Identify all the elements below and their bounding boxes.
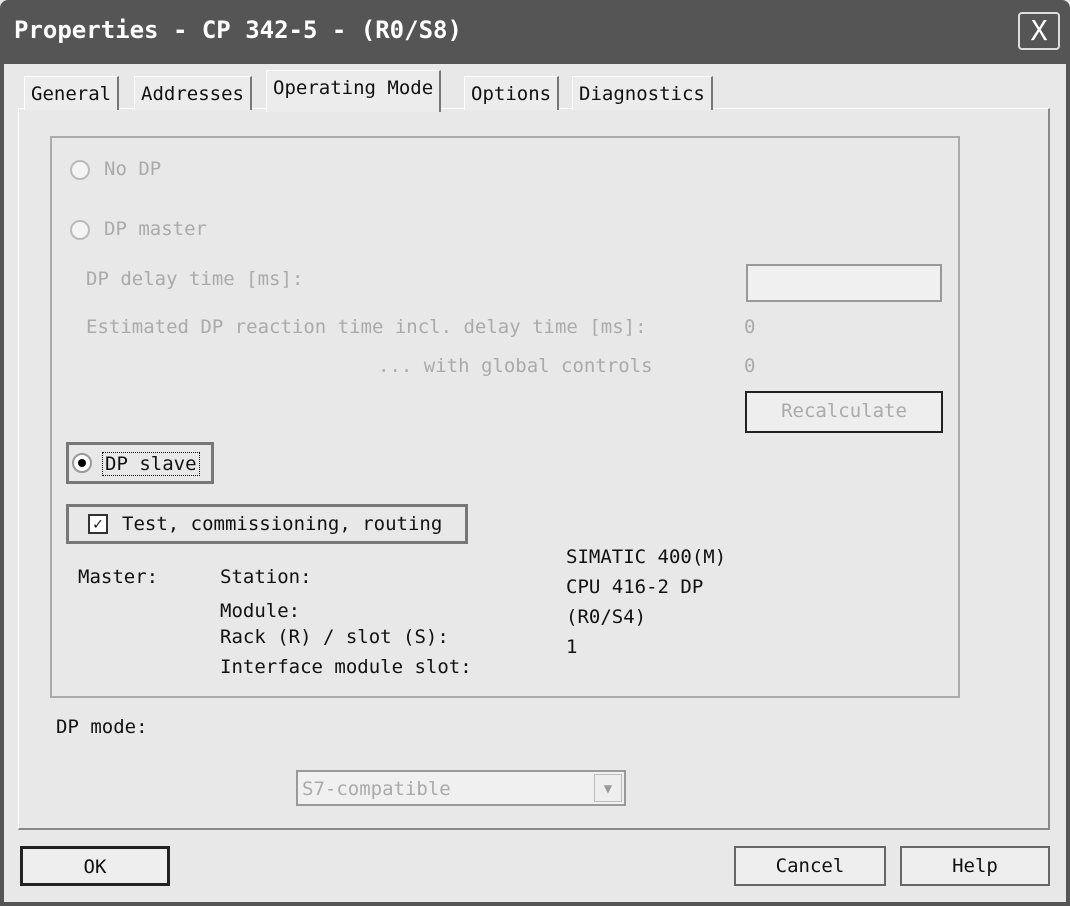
ok-button[interactable]: OK xyxy=(20,846,170,886)
dp-mode-label: DP mode: xyxy=(56,716,148,738)
dp-master-radio[interactable] xyxy=(70,220,90,240)
rack-slot-value: (R0/S4) xyxy=(566,606,647,628)
station-value: SIMATIC 400(M) xyxy=(566,546,727,568)
dp-mode-select[interactable]: S7-compatible ▼ xyxy=(296,770,626,806)
tab-addresses[interactable]: Addresses xyxy=(134,76,252,110)
global-label: ... with global controls xyxy=(378,355,653,377)
global-value: 0 xyxy=(744,355,756,377)
station-label: Station: xyxy=(220,566,312,588)
dp-delay-input[interactable] xyxy=(746,264,942,302)
est-label: Estimated DP reaction time incl. delay t… xyxy=(86,316,647,338)
chevron-down-icon[interactable]: ▼ xyxy=(594,774,622,802)
help-button[interactable]: Help xyxy=(900,846,1050,886)
test-checkbox[interactable]: ✓ xyxy=(88,514,108,534)
dp-master-label: DP master xyxy=(104,218,207,240)
interface-slot-value: 1 xyxy=(566,636,578,658)
master-label: Master: xyxy=(78,566,159,588)
dp-delay-label: DP delay time [ms]: xyxy=(86,268,304,290)
close-button[interactable]: X xyxy=(1018,12,1060,50)
dp-mode-value: S7-compatible xyxy=(302,778,451,800)
recalculate-button[interactable]: Recalculate xyxy=(745,391,943,433)
tab-operating-mode[interactable]: Operating Mode xyxy=(266,70,442,112)
tab-diagnostics[interactable]: Diagnostics xyxy=(572,76,713,110)
dp-slave-radio[interactable] xyxy=(72,453,92,473)
tab-options[interactable]: Options xyxy=(464,76,560,110)
tab-general[interactable]: General xyxy=(24,76,120,110)
window-title: Properties - CP 342-5 - (R0/S8) xyxy=(14,16,462,44)
no-dp-radio[interactable] xyxy=(70,160,90,180)
no-dp-label: No DP xyxy=(104,158,162,180)
rack-slot-label: Rack (R) / slot (S): xyxy=(220,626,449,648)
interface-slot-label: Interface module slot: xyxy=(220,656,472,678)
module-value: CPU 416-2 DP xyxy=(566,576,704,598)
cancel-button[interactable]: Cancel xyxy=(734,846,886,886)
module-label: Module: xyxy=(220,600,301,622)
est-value: 0 xyxy=(744,316,756,338)
test-label: Test, commissioning, routing xyxy=(122,513,443,535)
dp-slave-label: DP slave xyxy=(102,452,200,476)
